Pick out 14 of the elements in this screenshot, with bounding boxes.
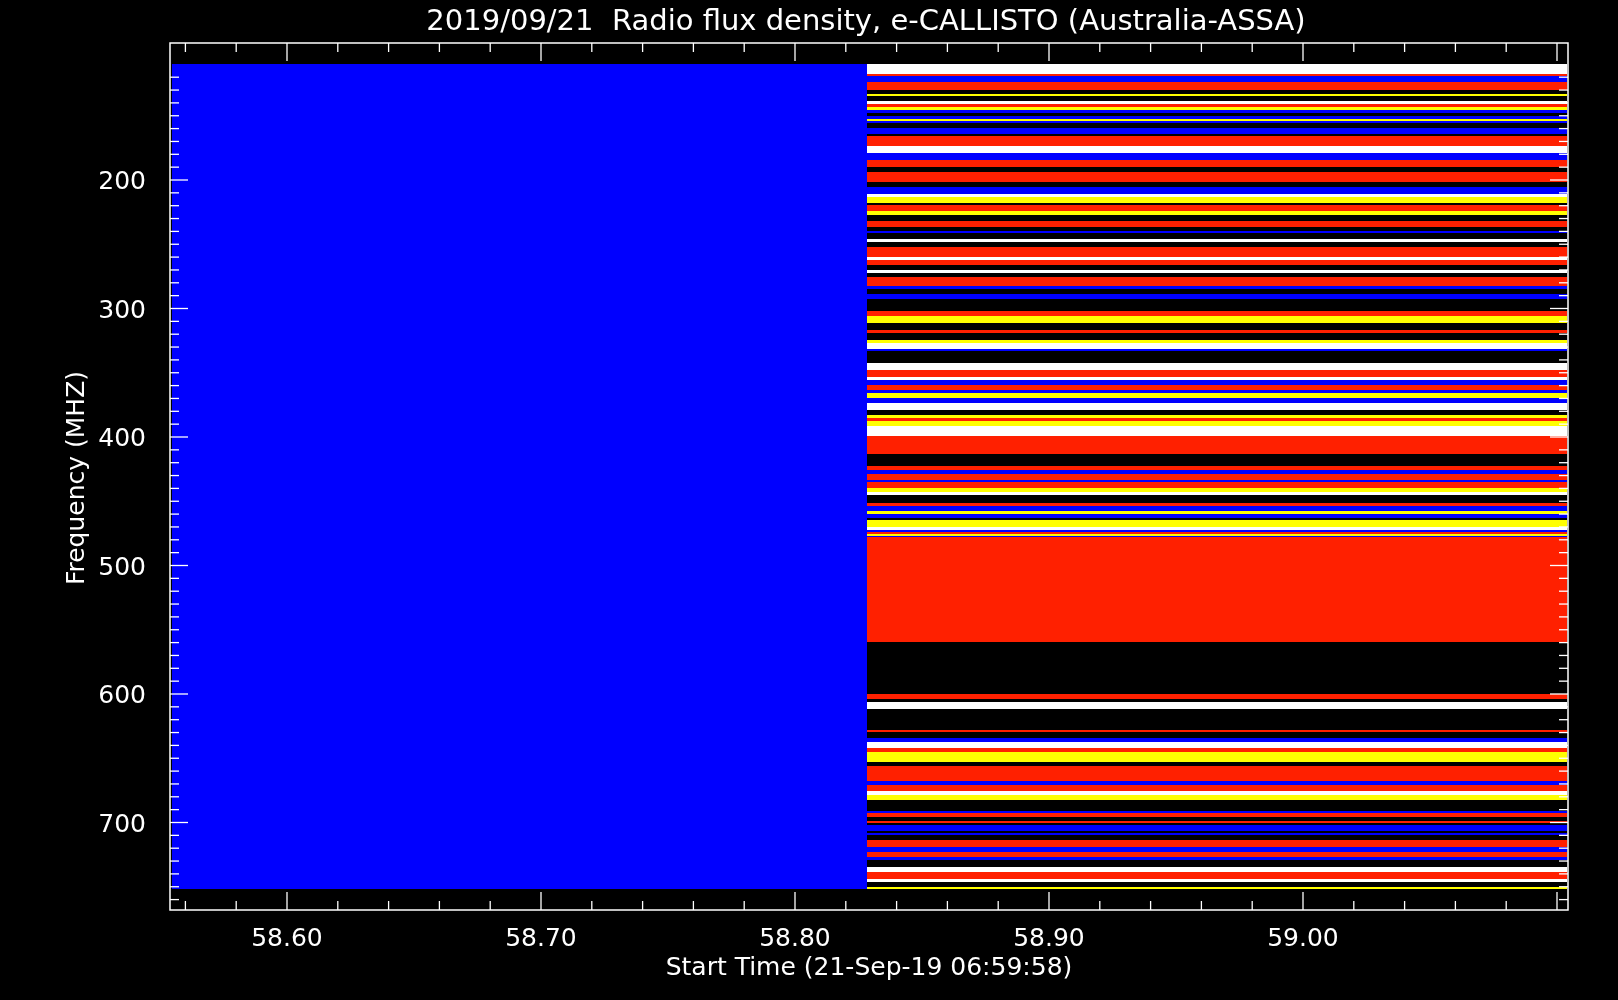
y-tick-label: 200 bbox=[98, 166, 146, 195]
y-axis-label: Frequency (MHZ) bbox=[61, 370, 90, 586]
y-tick-label: 300 bbox=[98, 294, 146, 324]
x-axis-label: Start Time (21-Sep-19 06:59:58) bbox=[665, 952, 1073, 981]
y-tick-label: 500 bbox=[98, 551, 146, 581]
x-tick-label: 59.00 bbox=[1267, 923, 1339, 952]
y-tick-label: 400 bbox=[98, 423, 146, 452]
x-tick-label: 58.90 bbox=[1013, 923, 1085, 952]
x-tick-label: 58.70 bbox=[505, 923, 577, 952]
y-tick-label: 700 bbox=[98, 808, 146, 838]
x-tick-label: 58.80 bbox=[759, 923, 831, 952]
x-tick-label: 58.60 bbox=[251, 923, 323, 952]
y-tick-label: 600 bbox=[98, 680, 146, 709]
plot-title: 2019/09/21 Radio flux density, e-CALLISTO (Australia-ASSA) bbox=[426, 3, 1306, 37]
